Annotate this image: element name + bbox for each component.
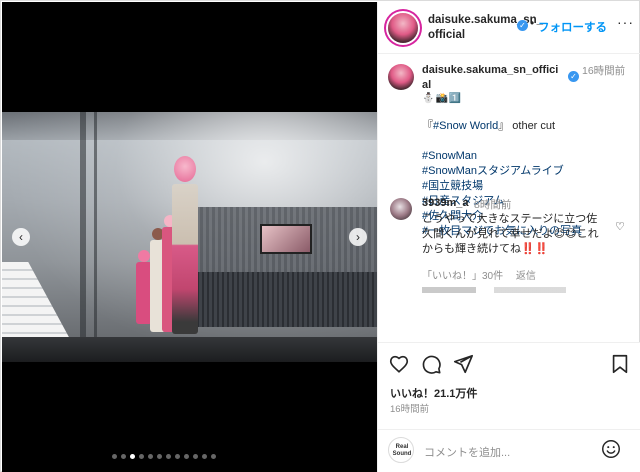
author-avatar[interactable] [388,13,418,43]
commenter-avatar[interactable] [390,198,412,220]
post-header: daisuke.sakuma_sn_official ✓ • フォローする ··… [378,2,640,54]
viewer-avatar-logo: Real Sound [392,444,412,457]
caption-suffix: 』 other cut [498,120,556,132]
comment-meta: 「いいね！」30件 返信 [422,267,546,282]
caption-title-line: 『#Snow World』 other cut [422,119,632,134]
slide-dot [148,454,153,459]
like-count[interactable]: いいね！21.1万件 [390,385,477,401]
post-photo[interactable] [2,112,377,362]
hashtag-link[interactable]: #SnowMan [422,149,632,164]
main-performer [172,184,198,334]
caption-author-username[interactable]: daisuke.sakuma_sn_official [422,63,564,93]
slide-dot [130,454,135,459]
slide-indicator [112,454,216,459]
slide-dot [193,454,198,459]
comment-text: こうやって大きなステージに立つ佐久間くんが見れて幸せだよ😊😊これからも輝き続けて… [422,213,599,255]
post-side-panel: daisuke.sakuma_sn_official ✓ • フォローする ··… [377,2,640,472]
next-slide-button[interactable]: › [349,228,367,246]
caption-emoji-line: ⛄📸1️⃣ [422,93,463,104]
hashtag-link[interactable]: #Snow World [433,120,498,132]
viewer-avatar: Real Sound [388,437,414,463]
comment-bubble-icon[interactable] [420,353,442,375]
comment-like-heart-icon[interactable]: ♡ [615,220,625,233]
comment-reply-button[interactable]: 返信 [516,271,536,282]
comment-like-count[interactable]: 「いいね！」30件 [422,271,503,282]
slide-dot [166,454,171,459]
truss [80,112,86,362]
chevron-right-icon: › [356,230,360,244]
truss [94,112,97,362]
emoji-icon[interactable] [600,438,622,460]
commenter-username[interactable]: 3939m_a [422,197,469,209]
slide-dot [202,454,207,459]
slide-dot [211,454,216,459]
performer-head [138,250,150,262]
bookmark-icon[interactable] [609,353,631,375]
chevron-left-icon: ‹ [19,230,23,244]
separator-dot: • [530,16,535,30]
post-actions: いいね！21.1万件 16時間前 [378,342,640,432]
comment-time: 8時間前 [474,199,512,211]
comment-input[interactable]: コメントを追加... [424,444,510,460]
next-comment-partial [422,287,602,293]
stage-floor [2,337,377,362]
follow-button[interactable]: フォローする [538,19,607,35]
more-options-icon[interactable]: ··· [617,14,634,30]
share-paper-plane-icon[interactable] [452,353,474,375]
hashtag-link[interactable]: #SnowManスタジアムライブ [422,164,632,179]
slide-dot [112,454,117,459]
post-time: 16時間前 [390,404,430,415]
caption-author-avatar[interactable] [388,64,414,90]
instagram-embed: ‹ › daisuke.sakuma_sn_official ✓ • フォローす… [0,0,640,472]
crowd [172,272,377,327]
slide-dot [184,454,189,459]
verified-badge-icon: ✓ [517,20,528,31]
verified-badge-icon: ✓ [568,71,579,82]
slide-dot [157,454,162,459]
main-performer-head [174,156,196,182]
slide-dot [175,454,180,459]
slide-dot [139,454,144,459]
slide-dot [121,454,126,459]
stage-screen [260,224,312,254]
comment: 3939m_a 8時間前 こうやって大きなステージに立つ佐久間くんが見れて幸せだ… [378,195,640,295]
previous-slide-button[interactable]: ‹ [12,228,30,246]
comment-composer: Real Sound コメントを追加... [378,429,640,472]
caption-time: 16時間前 [582,65,626,77]
caption-bracket: 『 [422,120,433,132]
like-heart-icon[interactable] [388,353,410,375]
hashtag-link[interactable]: #国立競技場 [422,179,632,194]
media-panel[interactable]: ‹ › [2,2,377,472]
